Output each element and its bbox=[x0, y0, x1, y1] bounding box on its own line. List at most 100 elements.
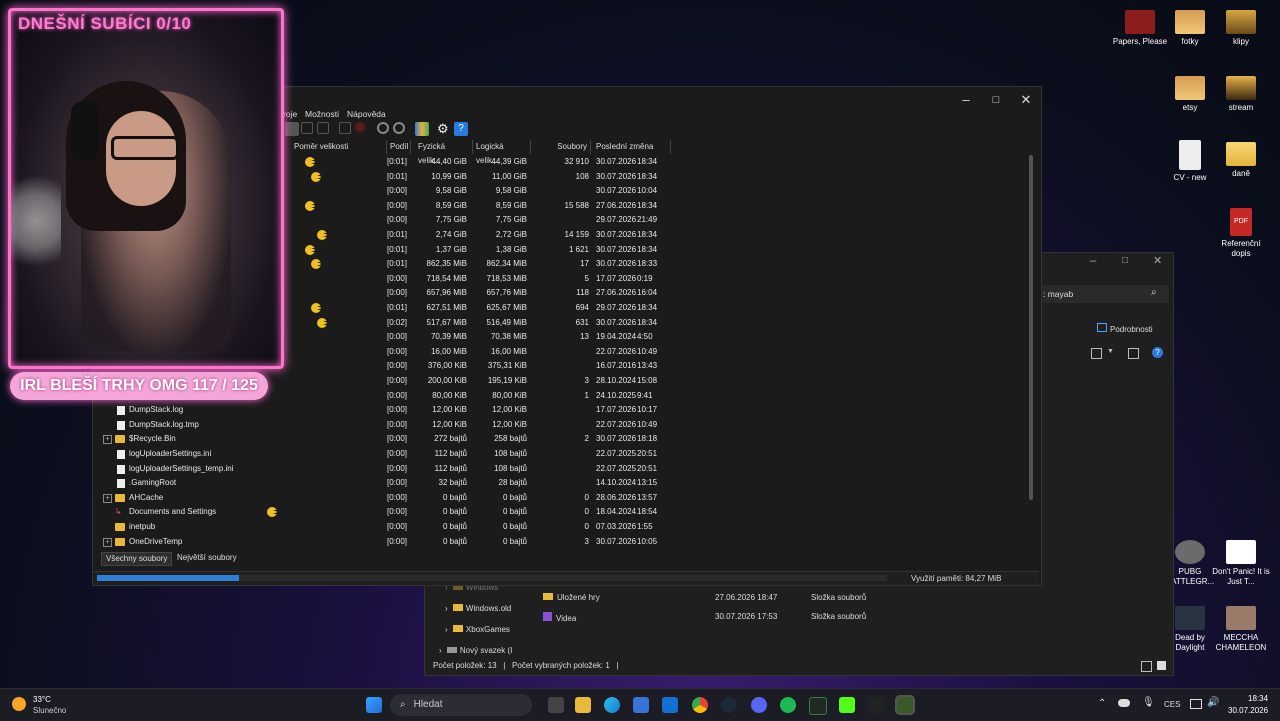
language-indicator[interactable]: CES bbox=[1164, 700, 1180, 709]
steam-icon[interactable] bbox=[721, 697, 737, 713]
zoom-in-icon[interactable] bbox=[377, 122, 389, 134]
excel-icon[interactable] bbox=[809, 697, 827, 715]
row-share: [0:00] bbox=[386, 390, 407, 400]
microphone-icon[interactable]: 🎙 bbox=[1142, 697, 1155, 708]
details-button[interactable]: Podrobnosti bbox=[1097, 323, 1153, 334]
desktop-icon-stream[interactable]: stream bbox=[1211, 76, 1271, 113]
table-row[interactable]: + AHCache [0:00] 0 bajtů 0 bajtů 0 28.06.2026 1… bbox=[93, 491, 1033, 506]
pacman-indicator-icon bbox=[311, 259, 322, 270]
help-icon[interactable]: ? bbox=[454, 122, 468, 136]
windows-start-icon[interactable] bbox=[366, 697, 382, 713]
delete-icon[interactable] bbox=[339, 122, 351, 134]
chevron-up-icon[interactable]: ⌃ bbox=[1098, 698, 1106, 709]
row-date: 17.07.2026 bbox=[596, 405, 637, 415]
search-input[interactable]: : mayab ⌕ bbox=[1041, 285, 1169, 303]
edge-icon[interactable] bbox=[604, 697, 620, 713]
row-physical-size: 112 bajtů bbox=[434, 449, 467, 458]
minimize-button[interactable]: – bbox=[1090, 255, 1096, 267]
discord-icon[interactable] bbox=[751, 697, 767, 713]
column-header-physical-size[interactable]: Fyzická velik... bbox=[415, 140, 473, 165]
tab-all-files[interactable]: Všechny soubory bbox=[101, 552, 173, 566]
task-view-icon[interactable] bbox=[548, 697, 564, 713]
menu-napoveda[interactable]: Nápověda bbox=[347, 109, 386, 119]
export-icon[interactable] bbox=[301, 122, 313, 134]
table-row[interactable]: + OneDriveTemp [0:00] 0 bajtů 0 bajtů 3 30.07.… bbox=[93, 535, 1033, 550]
expand-icon[interactable]: + bbox=[103, 537, 112, 547]
row-logical-size: 516,49 MiB bbox=[486, 317, 527, 327]
document-toolbar-icon[interactable] bbox=[317, 122, 329, 134]
active-app-icon[interactable] bbox=[895, 695, 915, 715]
table-row[interactable]: inetpub [0:00] 0 bajtů 0 bajtů 0 07.03.2026 1:… bbox=[93, 520, 1033, 535]
vertical-scrollbar[interactable] bbox=[1029, 155, 1033, 500]
row-time: 18:34 bbox=[637, 230, 658, 239]
menu-moznosti[interactable]: Možnosti bbox=[305, 109, 339, 119]
column-header-logical-size[interactable]: Logická velik... bbox=[473, 140, 531, 165]
table-row[interactable]: DumpStack.log [0:00] 12,00 KiB 12,00 KiB 17.… bbox=[93, 403, 1033, 418]
desktop-icon-dont-panic[interactable]: Don't Panic! It is Just T... bbox=[1211, 540, 1271, 587]
column-header-files[interactable]: Soubory bbox=[531, 140, 591, 154]
expand-icon[interactable]: + bbox=[103, 435, 112, 445]
table-row[interactable]: logUploaderSettings_temp.ini [0:00] 112 ba… bbox=[93, 462, 1033, 477]
store-icon[interactable] bbox=[633, 697, 649, 713]
volume-icon[interactable]: 🔊 bbox=[1207, 697, 1219, 708]
table-row[interactable]: ↳ Documents and Settings [0:00] 0 bajtů 0 ba… bbox=[93, 505, 1033, 520]
column-header-ratio[interactable]: Poměr velikosti bbox=[291, 140, 387, 154]
details-view-icon[interactable] bbox=[1141, 661, 1152, 672]
desktop-icon-meccha[interactable]: MECCHA CHAMELEON bbox=[1211, 606, 1271, 653]
close-button[interactable]: ✕ bbox=[1153, 254, 1162, 267]
network-icon[interactable] bbox=[1190, 699, 1202, 709]
column-header-last-modified[interactable]: Poslední změna bbox=[593, 140, 671, 154]
spotify-icon[interactable] bbox=[780, 697, 796, 713]
preview-pane-icon[interactable] bbox=[1128, 348, 1139, 359]
desktop-icon-klipy[interactable]: klipy bbox=[1211, 10, 1271, 47]
expand-icon[interactable]: + bbox=[103, 493, 112, 503]
help-icon[interactable]: ? bbox=[1152, 347, 1163, 358]
row-time: 18:34 bbox=[637, 244, 658, 254]
table-row[interactable]: .GamingRoot [0:00] 32 bajtů 28 bajtů 14.10.2… bbox=[93, 476, 1033, 491]
table-row[interactable]: + $Recycle.Bin [0:00] 272 bajtů 258 bajtů 2 30… bbox=[93, 432, 1033, 447]
tree-item-novy-svazek[interactable]: › Nový svazek (I bbox=[439, 646, 512, 655]
gear-icon[interactable]: ⚙ bbox=[437, 122, 451, 136]
chrome-icon[interactable] bbox=[692, 697, 708, 713]
tab-largest-files[interactable]: Největší soubory bbox=[173, 552, 241, 564]
clock-time[interactable]: 18:34 bbox=[1248, 694, 1268, 703]
desktop-icon-dane[interactable]: daně bbox=[1211, 142, 1271, 179]
row-files: 2 bbox=[584, 434, 589, 444]
folder-toolbar-icon[interactable] bbox=[285, 122, 299, 136]
tree-item-xboxgames[interactable]: › XboxGames bbox=[445, 625, 510, 634]
clock-date[interactable]: 30.07.2026 bbox=[1228, 706, 1268, 715]
row-date: 30.07.2026 bbox=[596, 259, 637, 269]
menu-projekt[interactable]: roje bbox=[283, 109, 297, 119]
row-physical-size: 718,54 MiB bbox=[426, 273, 467, 283]
maximize-button[interactable]: □ bbox=[1122, 255, 1128, 266]
file-row[interactable]: Uložené hry 27.06.2026 18:47 Složka soub… bbox=[543, 593, 903, 602]
row-date: 30.07.2026 bbox=[596, 157, 637, 166]
stop-icon[interactable] bbox=[355, 122, 365, 132]
kick-icon[interactable] bbox=[839, 697, 855, 713]
file-explorer-icon[interactable] bbox=[575, 697, 591, 713]
row-date: 18.04.2024 bbox=[596, 507, 637, 517]
desktop-icon-referencni-dopis[interactable]: PDF Referenční dopis bbox=[1211, 208, 1271, 259]
file-row[interactable]: Videa 30.07.2026 17:53 Složka souborů bbox=[543, 612, 903, 623]
row-files: 118 bbox=[576, 288, 589, 298]
view-toggle-icon[interactable] bbox=[1091, 348, 1102, 359]
taskbar-search[interactable]: ⌕ Hledat bbox=[390, 694, 532, 716]
chevron-down-icon[interactable]: ▼ bbox=[1107, 348, 1114, 355]
minimize-button[interactable]: – bbox=[951, 91, 981, 109]
table-row[interactable]: logUploaderSettings.ini [0:00] 112 bajtů 10… bbox=[93, 447, 1033, 462]
tiles-view-icon[interactable] bbox=[1157, 661, 1166, 670]
onedrive-icon[interactable] bbox=[1118, 699, 1130, 707]
row-time: 13:57 bbox=[637, 492, 658, 502]
outlook-icon[interactable] bbox=[662, 697, 678, 713]
zoom-out-icon[interactable] bbox=[393, 122, 405, 134]
column-header-share[interactable]: Podíl bbox=[387, 140, 411, 154]
row-physical-size: 200,00 KiB bbox=[427, 376, 467, 385]
close-button[interactable]: ✕ bbox=[1011, 91, 1041, 109]
tree-item-windows-old[interactable]: › Windows.old bbox=[445, 604, 511, 613]
table-row[interactable]: DumpStack.log.tmp [0:00] 12,00 KiB 12,00 Ki… bbox=[93, 418, 1033, 433]
treemap-icon[interactable] bbox=[415, 122, 429, 136]
maximize-button[interactable]: □ bbox=[981, 91, 1011, 109]
epic-games-icon[interactable] bbox=[868, 697, 884, 713]
row-time: 10:04 bbox=[637, 186, 658, 196]
pacman-indicator-icon bbox=[311, 171, 322, 182]
